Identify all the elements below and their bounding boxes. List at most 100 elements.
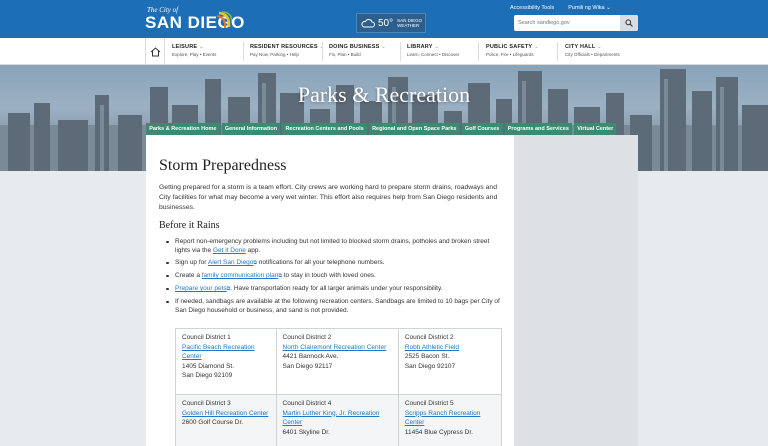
location-link[interactable]: North Clairemont Recreation Center [283,344,387,351]
location-cell: Council District 4 Martin Luther King, J… [275,394,399,446]
nav-divider [557,42,558,61]
location-link[interactable]: Pacific Beach Recreation Center [182,344,255,361]
district-label: Council District 1 [182,334,231,341]
intro-paragraph: Getting prepared for a storm is a team e… [159,184,498,211]
nav-doing-business[interactable]: DOING BUSINESS ⌄ Fix, Plan • Build [329,44,386,57]
list-item: Sign up for Alert San Diego⧉ notificatio… [165,258,501,268]
district-label: Council District 3 [182,400,231,407]
table-row: Council District 1 Pacific Beach Recreat… [175,328,503,395]
list-item-text: Sign up for [175,259,208,266]
nav-cityhall-sub: City Officials • Departments [565,52,620,57]
location-street: 2525 Bacon St. [404,353,450,360]
left-gutter [0,171,146,446]
location-street: 2600 Golf Course Dr. [182,419,244,426]
search-button[interactable] [620,15,638,31]
nav-library-title: LIBRARY [407,44,433,50]
nav-safety-title: PUBLIC SAFETY [486,44,533,50]
list-item-text: app. [245,247,261,254]
list-item: Prepare your pets⧉. Have transportation … [165,284,501,294]
location-cell: Council District 5 Scripps Ranch Recreat… [397,394,503,446]
location-link[interactable]: Scripps Ranch Recreation Center [405,410,481,427]
sandbag-locations-table: Council District 1 Pacific Beach Recreat… [175,328,503,446]
tab-parks-home[interactable]: Parks & Recreation Home [146,123,220,135]
nav-divider [400,42,401,61]
location-link[interactable]: Robb Athletic Field [405,344,459,351]
weather-widget[interactable]: 50° SAN DIEGO WEATHER [356,13,426,33]
nav-resident-resources[interactable]: RESIDENT RESOURCES⌄ Pay Now, Parking • H… [250,44,324,57]
chevron-down-icon: ⌄ [199,44,204,50]
nav-public-safety[interactable]: PUBLIC SAFETY ⌄ Police, Fire • Lifeguards [486,44,539,57]
list-item-text: Create a [175,272,202,279]
tab-general-information[interactable]: General Information [221,123,281,135]
location-street: 11454 Blue Cypress Dr. [404,428,473,436]
top-links: Accessibility Tools Pumili ng Wika ⌄ [510,5,611,11]
location-street: 4421 Bannock Ave. [282,353,339,360]
section-heading: Before it Rains [159,220,220,231]
nav-resident-sub: Pay Now, Parking • Help [250,52,299,57]
home-icon [150,46,160,56]
nav-leisure[interactable]: LEISURE ⌄ Explore, Play • Events [172,44,216,57]
district-label: Council District 2 [404,334,454,341]
search-box [514,15,638,31]
nav-city-hall[interactable]: CITY HALL ⌄ City Officials • Departments [565,44,620,57]
tab-recreation-centers[interactable]: Recreation Centers and Pools [282,123,367,135]
list-item-text: to stay in touch with loved ones. [281,272,376,279]
list-item-text: notifications for all your telephone num… [257,259,385,266]
right-gutter [638,171,768,446]
nav-library-sub: Learn, Connect • Discover [407,52,460,57]
chevron-down-icon: ⌄ [597,44,602,50]
chevron-down-icon: ⌄ [534,44,539,50]
weather-label: SAN DIEGO WEATHER [397,18,422,29]
weather-label-line1: SAN DIEGO [397,17,423,23]
page-title: Storm Preparedness [159,157,287,174]
list-item: Report non-emergency problems including … [165,237,501,255]
main-nav: LEISURE ⌄ Explore, Play • Events RESIDENT… [0,38,768,65]
hero-title: Parks & Recreation [297,82,471,107]
nav-library[interactable]: LIBRARY ⌄ Learn, Connect • Discover [407,44,459,57]
location-cell: Council District 2 Robb Athletic Field 2… [397,328,503,395]
section-tabs: Parks & Recreation Home General Informat… [146,123,617,135]
location-city: San Diego 92117 [282,362,333,370]
main-content: Storm Preparedness Getting prepared for … [146,135,514,446]
alert-san-diego-link[interactable]: Alert San Diego [208,259,254,266]
get-it-done-link[interactable]: Get it Done [213,247,246,254]
nav-cityhall-title: CITY HALL [565,44,596,50]
chevron-down-icon: ⌄ [606,5,611,11]
location-link[interactable]: Martin Luther King, Jr. Recreation Cente… [283,410,380,427]
location-cell: Council District 1 Pacific Beach Recreat… [175,328,277,395]
logo-swoosh-icon [216,11,232,29]
search-input[interactable] [514,20,620,26]
table-row: Council District 3 Golden Hill Recreatio… [175,394,503,446]
sidebar-panel [514,135,638,446]
nav-leisure-sub: Explore, Play • Events [172,52,217,57]
language-selector[interactable]: Pumili ng Wika ⌄ [568,5,611,11]
tab-golf-courses[interactable]: Golf Courses [461,123,503,135]
list-item-text: If needed, sandbags are available at the… [175,298,500,314]
location-street: 6401 Skyline Dr. [282,428,330,436]
weather-temp: 50° [378,17,394,29]
nav-leisure-title: LEISURE [172,44,198,50]
location-street: 1405 Diamond St. [182,362,235,370]
nav-resident-title: RESIDENT RESOURCES [250,44,318,50]
nav-divider [322,42,323,61]
preparedness-list: Report non-emergency problems including … [165,237,501,318]
family-plan-link[interactable]: family communication plan [202,272,279,279]
nav-divider [478,42,479,61]
home-button[interactable] [145,38,165,65]
nav-business-title: DOING BUSINESS [329,44,380,50]
prepare-pets-link[interactable]: Prepare your pets [175,285,227,292]
chevron-down-icon: ⌄ [434,44,440,50]
list-item: If needed, sandbags are available at the… [165,297,501,315]
tab-programs-services[interactable]: Programs and Services [504,123,573,135]
list-item-text: . Have transportation ready for all larg… [230,285,443,292]
nav-safety-sub: Police, Fire • Lifeguards [486,52,534,57]
search-icon [625,19,633,27]
district-label: Council District 4 [282,400,332,407]
tab-regional-parks[interactable]: Regional and Open Space Parks [368,123,460,135]
language-label: Pumili ng Wika [568,5,605,11]
tab-virtual-center[interactable]: Virtual Center [574,123,617,135]
nav-business-sub: Fix, Plan • Build [329,52,361,57]
cloud-icon [361,19,375,28]
location-link[interactable]: Golden Hill Recreation Center [182,410,268,417]
accessibility-tools-link[interactable]: Accessibility Tools [510,5,554,11]
